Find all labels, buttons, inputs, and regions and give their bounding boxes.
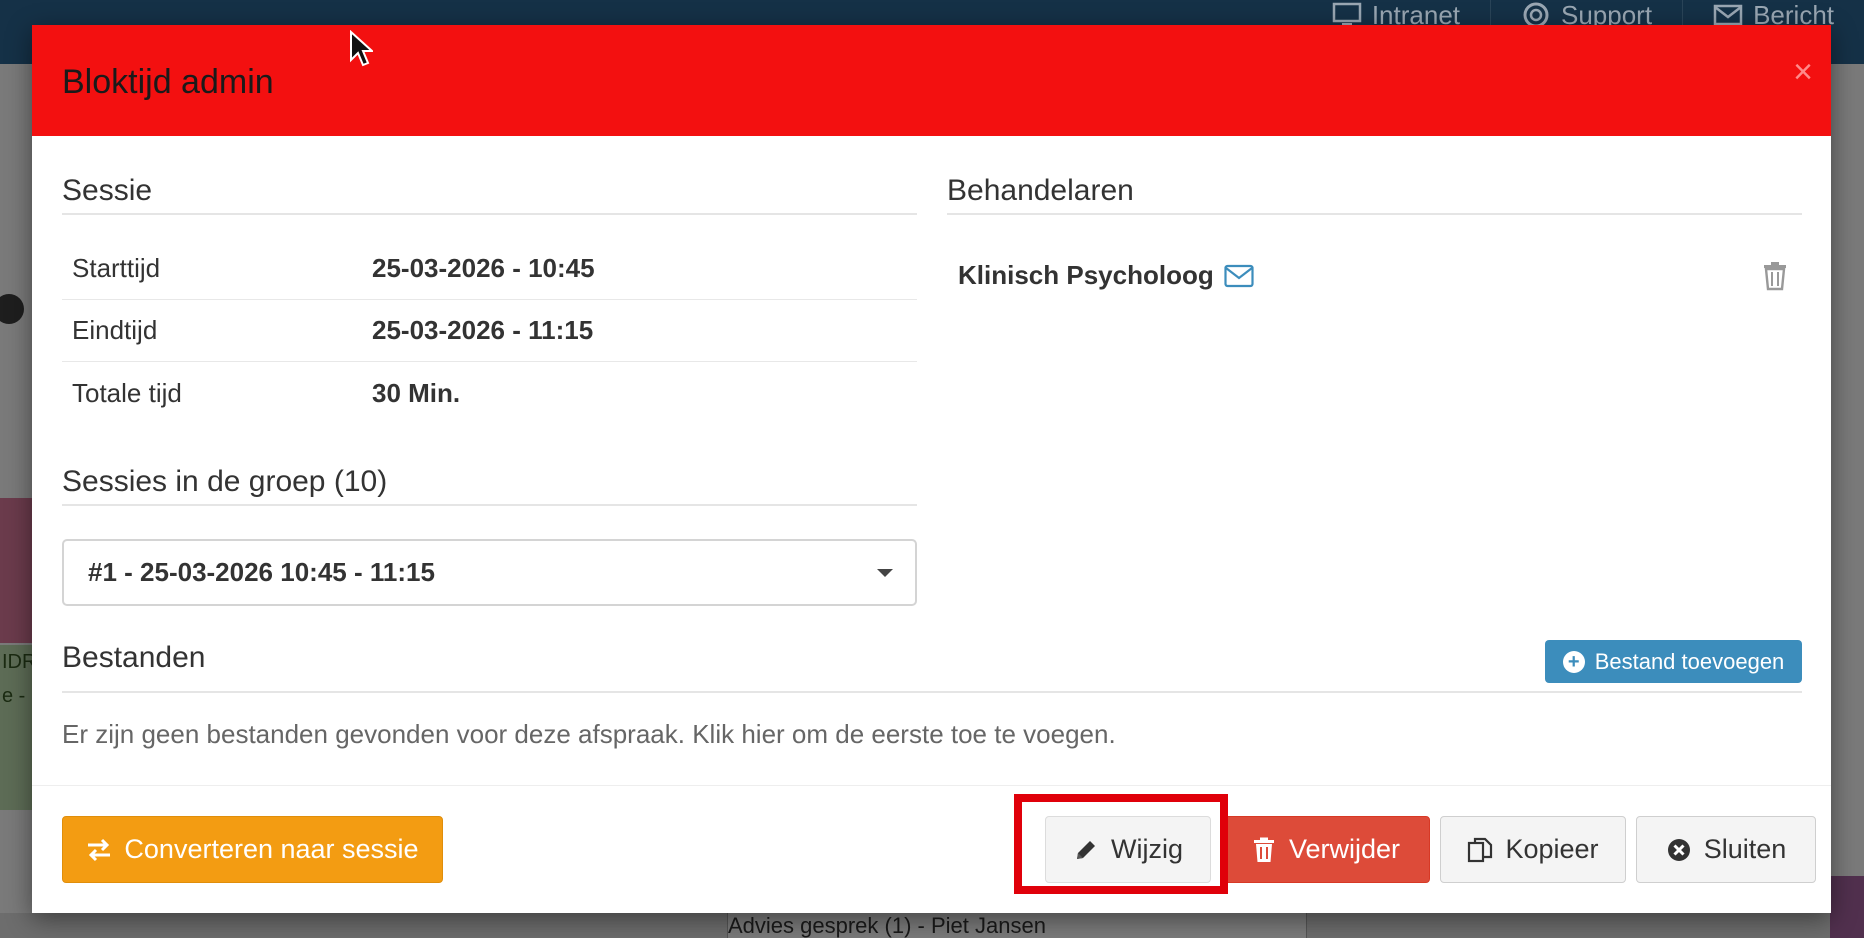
- exchange-icon: [88, 838, 111, 861]
- calendar-event-block: IDR e -: [0, 645, 32, 810]
- copy-label: Kopieer: [1505, 834, 1599, 864]
- info-row-total: Totale tijd 30 Min.: [62, 362, 917, 424]
- convert-label: Converteren naar sessie: [124, 834, 419, 864]
- chevron-down-icon: [877, 568, 893, 577]
- add-file-button[interactable]: + Bestand toevoegen: [1545, 640, 1802, 683]
- close-icon[interactable]: ×: [1793, 55, 1813, 89]
- end-value: 25-03-2026 - 11:15: [372, 315, 594, 345]
- session-group-select[interactable]: #1 - 25-03-2026 10:45 - 11:15: [62, 539, 917, 606]
- copy-icon: [1468, 837, 1493, 862]
- total-label: Totale tijd: [72, 377, 182, 408]
- copy-button[interactable]: Kopieer: [1440, 816, 1626, 883]
- trash-icon: [1253, 837, 1274, 862]
- calendar-event-text: e -: [2, 685, 26, 707]
- divider: [947, 213, 1802, 215]
- session-group-selected: #1 - 25-03-2026 10:45 - 11:15: [88, 557, 435, 587]
- add-file-label: Bestand toevoegen: [1594, 648, 1785, 674]
- therapist-name: Klinisch Psycholoog: [958, 260, 1214, 290]
- edit-button[interactable]: Wijzig: [1045, 816, 1211, 883]
- divider: [62, 213, 917, 215]
- modal-title: Bloktijd admin: [62, 63, 274, 101]
- session-section-title: Sessie: [62, 174, 153, 207]
- delete-label: Verwijder: [1288, 834, 1401, 864]
- modal-header: Bloktijd admin ×: [32, 25, 1831, 136]
- close-label: Sluiten: [1703, 834, 1787, 864]
- start-label: Starttijd: [72, 253, 161, 283]
- divider: [32, 785, 1831, 786]
- appointment-modal: Bloktijd admin × Sessie Starttijd 25-03-…: [32, 25, 1831, 913]
- total-value: 30 Min.: [372, 377, 461, 408]
- therapists-section-title: Behandelaren: [947, 174, 1134, 207]
- files-empty-message[interactable]: Er zijn geen bestanden gevonden voor dez…: [62, 719, 1116, 750]
- files-section-title: Bestanden: [62, 641, 206, 674]
- info-row-end: Eindtijd 25-03-2026 - 11:15: [62, 300, 917, 362]
- group-section-title: Sessies in de groep (10): [62, 465, 388, 498]
- trash-icon[interactable]: [1762, 261, 1788, 291]
- calendar-event-block: [1830, 876, 1864, 938]
- info-row-start: Starttijd 25-03-2026 - 10:45: [62, 238, 917, 300]
- therapist-item: Klinisch Psycholoog: [958, 260, 1254, 291]
- end-label: Eindtijd: [72, 315, 158, 345]
- convert-to-session-button[interactable]: Converteren naar sessie: [62, 816, 443, 883]
- divider: [62, 504, 917, 506]
- plus-circle-icon: +: [1562, 650, 1585, 673]
- pencil-icon: [1077, 840, 1095, 859]
- envelope-icon[interactable]: [1224, 264, 1254, 288]
- calendar-event-text: IDR: [2, 651, 32, 673]
- divider: [62, 691, 1802, 693]
- delete-button[interactable]: Verwijder: [1221, 816, 1430, 883]
- calendar-event-label: Advies gesprek (1) - Piet Jansen: [727, 913, 1307, 938]
- close-button[interactable]: Sluiten: [1636, 816, 1816, 883]
- start-value: 25-03-2026 - 10:45: [372, 253, 595, 283]
- close-circle-icon: [1667, 838, 1690, 861]
- calendar-event-block: [0, 498, 32, 643]
- edit-label: Wijzig: [1111, 834, 1183, 864]
